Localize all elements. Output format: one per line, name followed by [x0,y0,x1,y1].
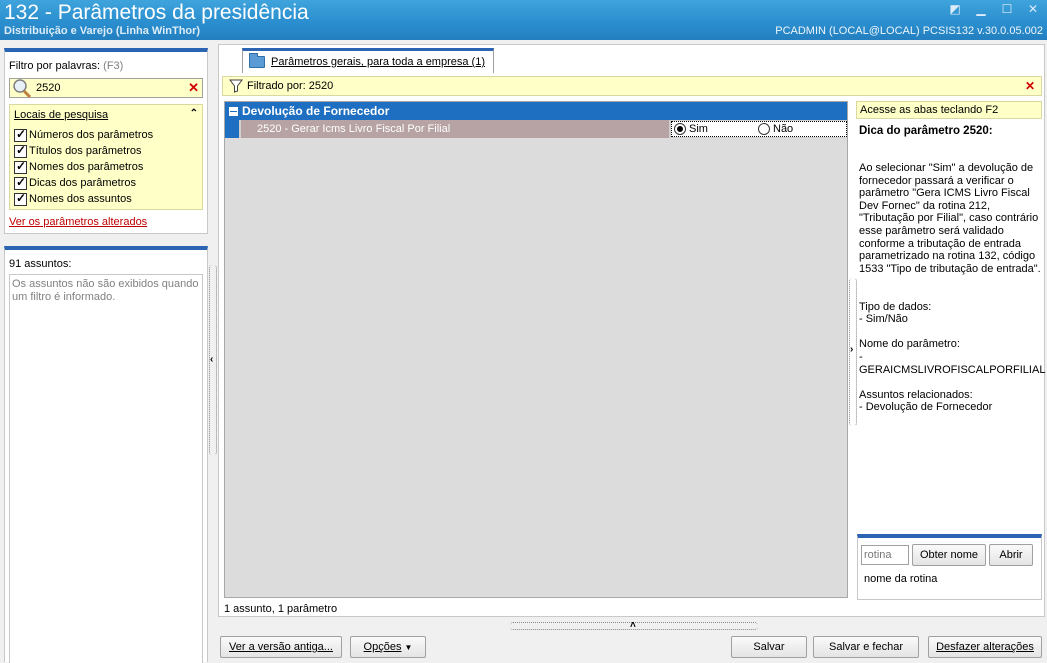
collapse-left-icon[interactable]: ‹ [210,354,213,365]
rotina-panel: Obter nome Abrir nome da rotina [857,534,1042,600]
filter-field[interactable]: ✕ [9,78,203,99]
user-info: PCADMIN (LOCAL@LOCAL) PCSIS132 v.30.0.05… [775,25,1043,37]
obter-nome-button[interactable]: Obter nome [912,544,986,566]
row-indicator [225,120,239,138]
subjects-list[interactable]: Os assuntos não são exibidos quando um f… [9,274,203,663]
filter-shortcut: (F3) [103,60,124,72]
checkbox-numeros[interactable]: Números dos parâmetros [14,127,153,142]
save-button[interactable]: Salvar [731,636,807,658]
altered-params-link[interactable]: Ver os parâmetros alterados [9,216,147,228]
subjects-panel: 91 assuntos: Os assuntos não são exibido… [4,246,208,663]
checkbox-icon [14,159,27,174]
search-locations: Locais de pesquisa ⌃ Números dos parâmet… [9,104,203,210]
clear-filtered-icon[interactable]: ✕ [1025,79,1035,93]
group-header[interactable]: Devolução de Fornecedor [225,102,847,120]
group-title: Devolução de Fornecedor [242,104,390,118]
undo-changes-button[interactable]: Desfazer alterações [928,636,1042,658]
collapse-bottom-icon[interactable]: ˄ [630,620,636,631]
restore-icon[interactable]: ◩ [947,2,963,16]
folder-icon [249,53,265,68]
checkbox-icon [14,127,27,142]
old-version-button[interactable]: Ver a versão antiga... [220,636,342,658]
radio-nao[interactable]: Não [758,123,793,135]
options-button[interactable]: Opções ▼ [350,636,426,658]
param-row[interactable]: 2520 - Gerar Icms Livro Fiscal Por Filia… [225,120,847,138]
help-title: Dica do parâmetro 2520: [859,125,993,137]
subjects-message: Os assuntos não são exibidos quando um f… [12,278,199,303]
tab-label: Parâmetros gerais, para toda a empresa (… [271,56,485,68]
window-subtitle: Distribuição e Varejo (Linha WinThor) [4,25,201,37]
funnel-icon [229,79,243,93]
title-bar: 132 - Parâmetros da presidência Distribu… [0,0,1047,40]
radio-unchecked-icon [758,123,770,135]
filter-input[interactable] [36,81,176,95]
collapse-icon[interactable]: ⌃ [190,108,198,119]
radio-sim[interactable]: Sim [674,123,708,135]
subjects-count: 91 assuntos: [9,258,72,270]
checkbox-icon [14,175,27,190]
search-locations-header: Locais de pesquisa [14,109,109,121]
filtered-label: Filtrado por: 2520 [247,80,334,92]
help-body: Ao selecionar "Sim" a devolução de forne… [859,162,1046,414]
help-hint: Acesse as abas teclando F2 [856,101,1042,119]
magnifier-icon [13,79,32,99]
checkbox-nomes[interactable]: Nomes dos parâmetros [14,159,143,174]
save-close-button[interactable]: Salvar e fechar [813,636,919,658]
tab-parametros-gerais[interactable]: Parâmetros gerais, para toda a empresa (… [242,48,494,73]
filter-panel: Filtro por palavras: (F3) ✕ Locais de pe… [4,48,208,234]
window-title: 132 - Parâmetros da presidência [4,1,309,24]
status-text: 1 assunto, 1 parâmetro [224,603,338,615]
dropdown-arrow-icon: ▼ [404,642,413,652]
checkbox-titulos[interactable]: Títulos dos parâmetros [14,143,142,158]
close-icon[interactable]: ✕ [1025,2,1041,16]
filtered-bar: Filtrado por: 2520 ✕ [222,76,1042,96]
param-value: Sim Não [671,121,847,137]
minimize-icon[interactable]: ▁ [973,2,989,16]
radio-checked-icon [674,123,686,135]
maximize-icon[interactable]: ☐ [999,2,1015,16]
param-name: 2520 - Gerar Icms Livro Fiscal Por Filia… [241,120,669,138]
checkbox-icon [14,143,27,158]
filter-label: Filtro por palavras: (F3) [9,60,124,72]
rotina-input[interactable] [861,545,909,565]
abrir-button[interactable]: Abrir [989,544,1033,566]
window-controls: ◩ ▁ ☐ ✕ [947,2,1041,16]
checkbox-dicas[interactable]: Dicas dos parâmetros [14,175,136,190]
checkbox-icon [14,191,27,206]
clear-filter-icon[interactable]: ✕ [188,80,199,96]
collapse-group-icon[interactable] [229,106,238,116]
checkbox-assuntos[interactable]: Nomes dos assuntos [14,191,132,206]
params-grid: Devolução de Fornecedor 2520 - Gerar Icm… [224,101,848,598]
rotina-name-label: nome da rotina [864,573,938,585]
collapse-right-icon[interactable]: › [850,344,853,355]
